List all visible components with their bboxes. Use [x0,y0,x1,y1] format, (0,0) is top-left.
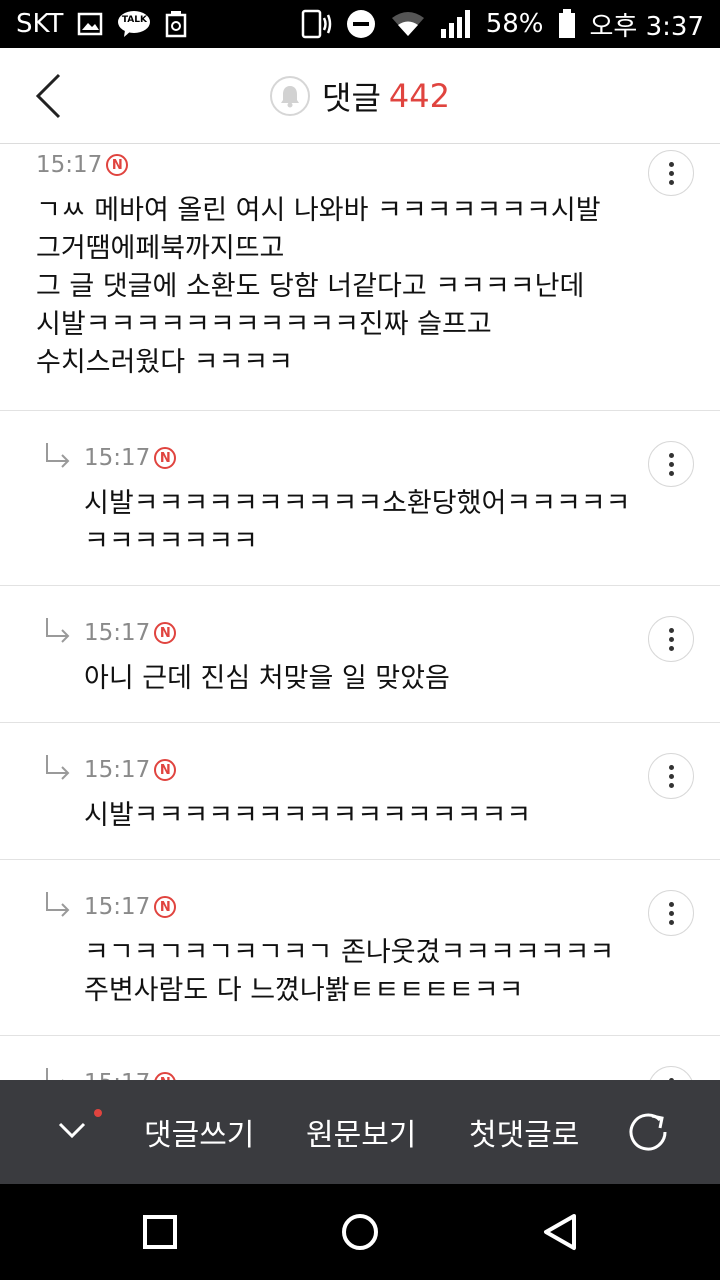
recent-apps-button[interactable] [140,1212,180,1252]
comment-line: 그 글 댓글에 소환도 당함 너같다고 ㅋㅋㅋㅋ난데 [36,271,585,302]
reply-item: 15:17 N 시발ㅋㅋㅋㅋㅋㅋㅋㅋㅋㅋㅋㅋㅋㅋㅋㅋ [0,723,720,860]
new-badge: N [154,447,177,469]
home-button[interactable] [340,1212,380,1252]
new-badge: N [154,759,177,781]
comment-text: 아니 근데 진심 처맞을 일 맞았음 [84,660,700,698]
more-options-button[interactable] [648,441,694,487]
comment-time: 15:17 [84,757,151,783]
signal-icon [440,9,472,39]
wifi-icon [390,10,426,38]
battery-percent: 58% [485,9,544,39]
comment-time: 15:17 [84,620,151,646]
more-vertical-icon [668,627,674,651]
comment-line: 시발ㅋㅋㅋㅋㅋㅋㅋㅋㅋㅋㅋ진짜 슬프고 [36,309,492,340]
chevron-down-icon [58,1122,86,1139]
reply-arrow-icon [46,1068,64,1080]
recycle-icon [165,10,187,38]
comment-line: ㅋㄱㅋㄱㅋㄱㅋㄱㅋㄱ 존나웃겼ㅋㅋㅋㅋㅋㅋㅋ [84,937,615,968]
comment-line: 그거땜에페북까지뜨고 [36,233,285,264]
page-title: 댓글 [322,79,381,117]
square-icon [143,1215,177,1249]
comment-text: 시발ㅋㅋㅋㅋㅋㅋㅋㅋㅋㅋㅋㅋㅋㅋㅋㅋ [84,797,700,835]
comment-count: 442 [388,77,450,115]
carrier-label: SKT [16,9,64,39]
reply-arrow-icon [46,618,70,643]
comment-time: 15:17 [84,1070,150,1080]
comment-time: 15:17 [84,894,151,920]
notification-bell-button[interactable] [270,76,311,116]
collapse-button[interactable] [52,1109,102,1154]
comment-text: ㄱㅆ 메바여 올린 여시 나와바 ㅋㅋㅋㅋㅋㅋㅋ시발 그거땜에페북까지뜨고 그 … [36,192,700,382]
system-nav-bar [0,1184,720,1280]
comment-line: 아니 근데 진심 처맞을 일 맞았음 [84,663,450,694]
system-back-button[interactable] [540,1212,580,1252]
new-badge: N [154,622,177,644]
status-bar: SKT TALK 58% 오후 3:37 [0,0,720,48]
comment-time: 15:17 [36,152,103,178]
refresh-icon [629,1113,667,1151]
clock: 오후 3:37 [589,11,705,42]
reply-item: 15:17 N ㅋㄱㅋㄱㅋㄱㅋㄱㅋㄱ 존나웃겼ㅋㅋㅋㅋㅋㅋㅋ 주변사람도 다 느… [0,860,720,1036]
new-badge: N [154,1072,177,1080]
more-vertical-icon [668,161,674,185]
comment-time: 15:17 [84,445,151,471]
comment-line: 시발ㅋㅋㅋㅋㅋㅋㅋㅋㅋㅋ소환당했어ㅋㅋㅋㅋㅋ [84,488,631,519]
kakaotalk-label: TALK [121,15,147,25]
first-comment-button[interactable]: 첫댓글로 [469,1110,579,1154]
more-vertical-icon [668,901,674,925]
comment-line: 주변사람도 다 느꼈나봙ㅌㅌㅌㅌㅌㅋㅋ [84,975,524,1006]
new-badge: N [154,896,177,918]
reply-arrow-icon [46,443,70,468]
reply-item: 15:17 N [0,1036,720,1080]
comment-line: ㅋㅋㅋㅋㅋㅋㅋ [84,526,258,557]
kakaotalk-icon: TALK [117,10,151,38]
gallery-icon [77,12,103,36]
comment-toolbar: 댓글쓰기 원문보기 첫댓글로 [0,1080,720,1184]
more-options-button[interactable] [648,150,694,196]
comment-line: 수치스러웠다 ㅋㅋㅋㅋ [36,347,293,378]
more-vertical-icon [668,764,674,788]
more-options-button[interactable] [648,616,694,662]
battery-icon [558,9,576,39]
comments-header: 댓글 442 [0,48,720,144]
comment-item: 15:17 N ㄱㅆ 메바여 올린 여시 나와바 ㅋㅋㅋㅋㅋㅋㅋ시발 그거땜에페… [0,144,720,411]
vibrate-icon [300,9,332,39]
reply-item: 15:17 N 시발ㅋㅋㅋㅋㅋㅋㅋㅋㅋㅋ소환당했어ㅋㅋㅋㅋㅋ ㅋㅋㅋㅋㅋㅋㅋ [0,411,720,586]
reply-arrow-icon [46,892,70,917]
more-vertical-icon [668,452,674,476]
more-options-button[interactable] [648,890,694,936]
new-badge: N [106,154,129,176]
comment-text: 시발ㅋㅋㅋㅋㅋㅋㅋㅋㅋㅋ소환당했어ㅋㅋㅋㅋㅋ ㅋㅋㅋㅋㅋㅋㅋ [84,485,700,561]
comment-line: ㄱㅆ 메바여 올린 여시 나와바 ㅋㅋㅋㅋㅋㅋㅋ시발 [36,195,601,226]
reply-item: 15:17 N 아니 근데 진심 처맞을 일 맞았음 [0,586,720,723]
comment-list[interactable]: 15:17 N ㄱㅆ 메바여 올린 여시 나와바 ㅋㅋㅋㅋㅋㅋㅋ시발 그거땜에페… [0,144,720,1080]
new-indicator-dot [94,1109,102,1117]
do-not-disturb-icon [346,9,376,39]
triangle-back-icon [544,1214,576,1250]
circle-icon [342,1214,378,1250]
bell-icon [281,86,300,108]
comment-line: 시발ㅋㅋㅋㅋㅋㅋㅋㅋㅋㅋㅋㅋㅋㅋㅋㅋ [84,800,532,831]
refresh-button[interactable] [626,1110,670,1154]
comment-text: ㅋㄱㅋㄱㅋㄱㅋㄱㅋㄱ 존나웃겼ㅋㅋㅋㅋㅋㅋㅋ 주변사람도 다 느꼈나봙ㅌㅌㅌㅌㅌ… [84,934,700,1010]
reply-arrow-icon [46,755,70,780]
more-options-button[interactable] [648,753,694,799]
write-comment-button[interactable]: 댓글쓰기 [144,1110,254,1154]
view-original-button[interactable]: 원문보기 [306,1110,416,1154]
